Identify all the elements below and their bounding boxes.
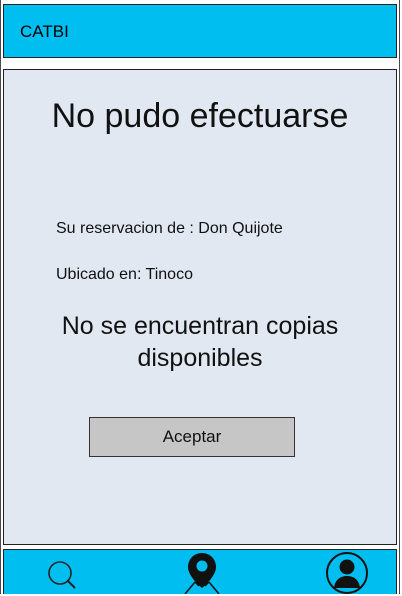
accept-button[interactable]: Aceptar xyxy=(89,417,295,457)
nav-profile[interactable] xyxy=(322,550,372,594)
error-headline: No pudo efectuarse xyxy=(51,97,349,135)
app-title: CATBI xyxy=(20,22,69,41)
reservation-error-panel: No pudo efectuarse Su reservacion de : D… xyxy=(3,69,397,545)
nav-map[interactable] xyxy=(180,550,224,594)
profile-icon xyxy=(322,550,372,594)
search-icon xyxy=(42,550,82,594)
reservation-info: Su reservacion de : Don Quijote xyxy=(56,220,283,237)
nav-search[interactable] xyxy=(42,550,82,594)
bottom-nav xyxy=(3,549,397,594)
map-pin-icon xyxy=(180,550,224,594)
app-bar: CATBI xyxy=(3,4,397,58)
location-info: Ubicado en: Tinoco xyxy=(56,266,193,283)
unavailable-message: No se encuentran copias disponibles xyxy=(61,312,339,372)
